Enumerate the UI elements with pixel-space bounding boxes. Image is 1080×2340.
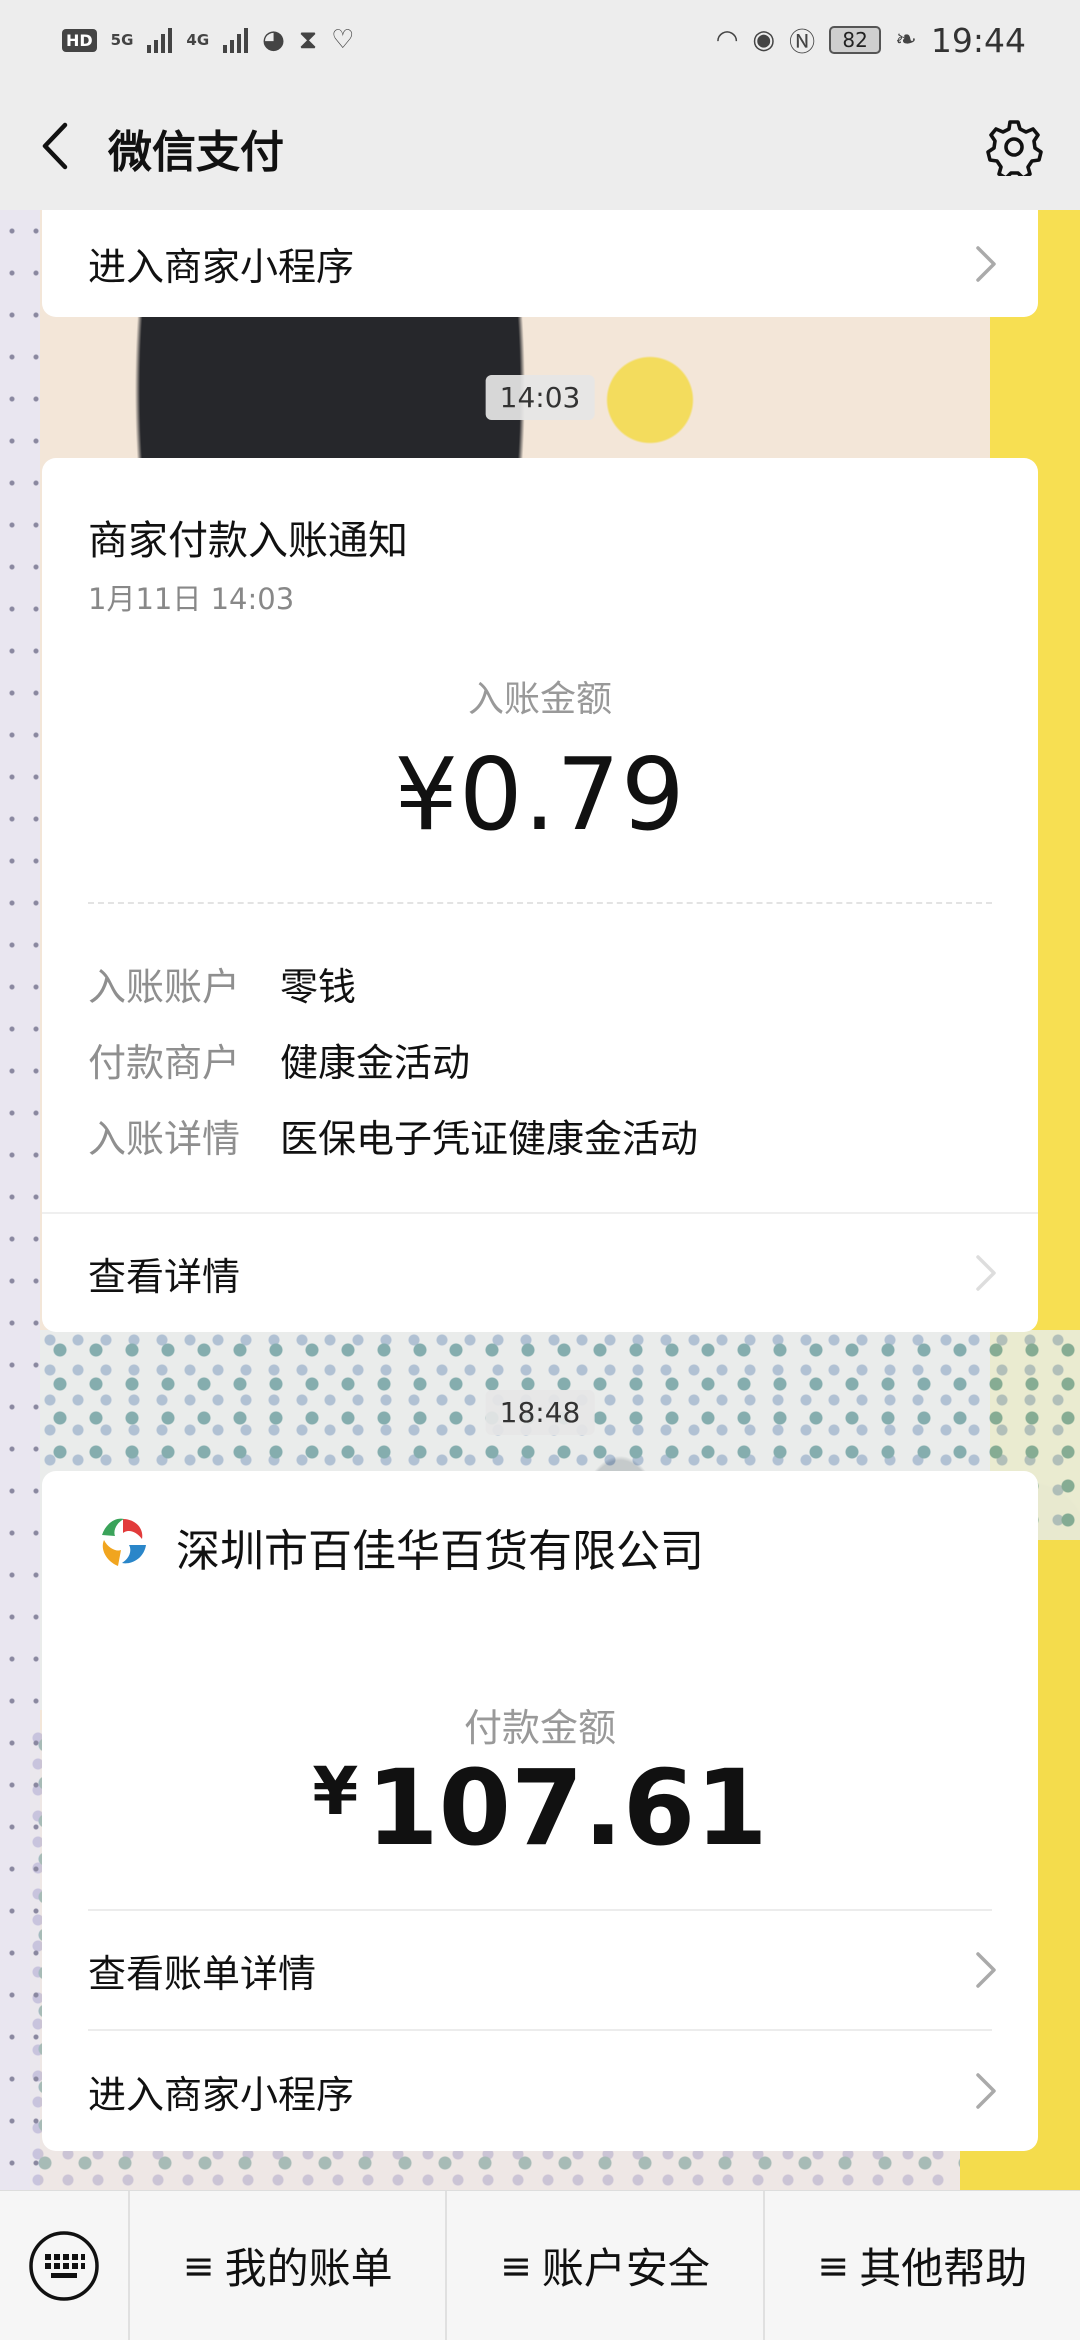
gear-icon[interactable] — [984, 116, 1044, 180]
globe-icon: ◕ — [262, 25, 285, 55]
enter-mini-program-link[interactable]: 进入商家小程序 — [42, 2031, 1038, 2151]
menu-my-bills[interactable]: ≡ 我的账单 — [130, 2190, 448, 2340]
view-details-link[interactable]: 查看详情 — [42, 1214, 1038, 1332]
amount-value: ¥107.61 — [42, 1747, 1038, 1869]
status-right: ◠ ◉ Ⓝ 82 ❧ 19:44 — [716, 21, 1026, 60]
status-left: HD 5G 4G ◕ ⧗ ♡ — [62, 25, 354, 56]
link-label: 进入商家小程序 — [88, 2072, 355, 2117]
chevron-right-icon — [976, 1255, 996, 1291]
keyboard-toggle-button[interactable] — [0, 2190, 130, 2340]
previous-message-card: 进入商家小程序 — [42, 210, 1038, 317]
notice-title: 商家付款入账通知 — [88, 518, 408, 564]
page-title: 微信支付 — [108, 127, 284, 178]
view-bill-details-link[interactable]: 查看账单详情 — [42, 1911, 1038, 2029]
menu-lines-icon: ≡ — [500, 2243, 532, 2288]
link-label: 查看详情 — [88, 1254, 241, 1299]
menu-other-help[interactable]: ≡ 其他帮助 — [765, 2191, 1080, 2340]
amount-label: 入账金额 — [467, 679, 612, 720]
dashed-divider — [88, 902, 992, 904]
hourglass-icon: ⧗ — [298, 24, 318, 55]
detail-row-details: 入账详情 医保电子凭证健康金活动 — [88, 1108, 698, 1163]
signal-icon-2 — [223, 27, 249, 53]
message-timestamp: 14:03 — [485, 375, 595, 420]
leaf-icon: ❧ — [895, 25, 917, 55]
network-4g-label: 4G — [186, 31, 210, 49]
detail-key: 入账账户 — [88, 965, 241, 1009]
detail-row-account: 入账账户 零钱 — [88, 956, 356, 1011]
link-label: 进入商家小程序 — [88, 245, 355, 289]
merchant-name: 深圳市百佳华百货有限公司 — [176, 1526, 704, 1577]
menu-label: 账户安全 — [541, 2244, 710, 2293]
chevron-right-icon — [976, 245, 996, 282]
network-5g-label: 5G — [110, 31, 134, 49]
payment-receipt-card[interactable]: 深圳市百佳华百货有限公司 付款金额 ¥107.61 查看账单详情 进入商家小程序 — [42, 1471, 1038, 2151]
detail-value: 健康金活动 — [280, 1041, 471, 1085]
notice-date: 1月11日 14:03 — [88, 582, 295, 616]
heartbeat-icon: ♡ — [331, 25, 355, 55]
battery-icon: 82 — [829, 26, 882, 54]
hd-call-icon: ◉ — [752, 25, 776, 55]
currency-symbol: ¥ — [312, 1753, 359, 1830]
detail-key: 入账详情 — [88, 1117, 241, 1161]
hd-badge: HD — [62, 28, 97, 52]
bottom-menu-bar: ≡ 我的账单 ≡ 账户安全 ≡ 其他帮助 — [0, 2190, 1080, 2340]
back-arrow-icon[interactable] — [30, 118, 78, 174]
status-bar: HD 5G 4G ◕ ⧗ ♡ ◠ ◉ Ⓝ 82 ❧ 19:44 — [0, 0, 1080, 80]
background-dots — [0, 210, 45, 2190]
detail-value: 医保电子凭证健康金活动 — [280, 1117, 699, 1161]
message-timestamp: 18:48 — [485, 1390, 595, 1435]
chevron-right-icon — [976, 1952, 996, 1988]
payment-notice-card[interactable]: 商家付款入账通知 1月11日 14:03 入账金额 ¥0.79 入账账户 零钱 … — [42, 458, 1038, 1332]
detail-value: 零钱 — [280, 965, 357, 1009]
enter-mini-program-link-top[interactable]: 进入商家小程序 — [42, 210, 1038, 317]
menu-label: 其他帮助 — [859, 2244, 1028, 2293]
chevron-right-icon — [976, 2073, 996, 2109]
nav-bar: 微信支付 — [0, 80, 1080, 210]
merchant-logo — [102, 1518, 146, 1566]
menu-lines-icon: ≡ — [817, 2243, 850, 2288]
detail-key: 付款商户 — [88, 1041, 241, 1085]
nfc-icon: Ⓝ — [789, 27, 816, 58]
signal-icon — [147, 27, 173, 53]
clock: 19:44 — [930, 20, 1026, 60]
menu-label: 我的账单 — [224, 2244, 393, 2293]
keyboard-icon — [29, 2230, 99, 2301]
amount-number: 107.61 — [366, 1747, 768, 1869]
headphones-icon: ◠ — [715, 25, 739, 55]
menu-account-security[interactable]: ≡ 账户安全 — [447, 2190, 765, 2340]
menu-lines-icon: ≡ — [182, 2243, 215, 2288]
link-label: 查看账单详情 — [88, 1951, 317, 1996]
amount-value: ¥0.79 — [394, 736, 686, 853]
amount-label: 付款金额 — [463, 1706, 616, 1750]
detail-row-merchant: 付款商户 健康金活动 — [88, 1032, 470, 1087]
